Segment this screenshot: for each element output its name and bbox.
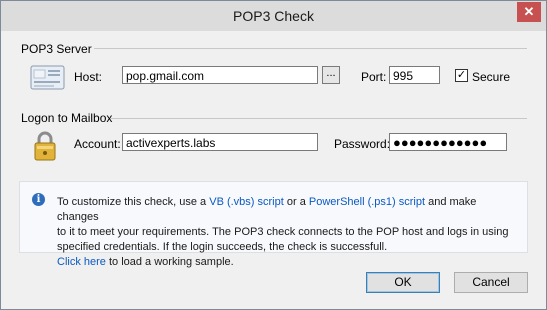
close-icon: ✕ — [523, 4, 535, 19]
port-label: Port: — [361, 70, 387, 84]
account-field[interactable]: activexperts.labs — [122, 133, 318, 151]
account-label: Account: — [74, 137, 121, 151]
info-panel: i To customize this check, use a VB (.vb… — [19, 181, 528, 268]
password-label: Password: — [334, 137, 391, 151]
powershell-script-link[interactable]: PowerShell (.ps1) script — [309, 196, 425, 208]
info-text: To customize this check, use a VB (.vbs)… — [57, 195, 517, 270]
group-divider — [94, 48, 527, 49]
info-text-segment: to it to meet your requirements. The POP… — [57, 226, 509, 238]
host-field[interactable]: pop.gmail.com — [122, 66, 318, 84]
host-label: Host: — [74, 70, 103, 84]
padlock-icon — [34, 131, 56, 161]
mail-server-icon — [30, 65, 65, 90]
title-bar[interactable]: POP3 Check ✕ — [1, 1, 546, 31]
browse-button[interactable]: ... — [322, 66, 340, 84]
pop3-server-group-title: POP3 Server — [21, 42, 92, 56]
password-field[interactable]: ●●●●●●●●●●●● — [389, 133, 507, 151]
click-here-link[interactable]: Click here — [57, 256, 106, 268]
window-title: POP3 Check — [233, 8, 314, 24]
dialog-body: POP3 Server Host: pop.gmail.com ... Port… — [8, 31, 539, 303]
info-text-segment: to load a working sample. — [105, 256, 234, 268]
secure-checkbox[interactable]: ✓ — [455, 69, 468, 82]
logon-group-title: Logon to Mailbox — [21, 111, 113, 125]
group-divider — [110, 118, 527, 119]
close-button[interactable]: ✕ — [517, 2, 541, 22]
info-text-segment: or a — [283, 196, 309, 208]
info-text-segment: specified credentials. If the login succ… — [57, 241, 388, 253]
info-icon: i — [32, 193, 45, 206]
cancel-button[interactable]: Cancel — [454, 272, 528, 293]
info-text-segment: To customize this check, use a — [57, 196, 210, 208]
vb-script-link[interactable]: VB (.vbs) script — [209, 196, 284, 208]
port-field[interactable]: 995 — [389, 66, 440, 84]
secure-label[interactable]: Secure — [472, 70, 510, 84]
pop3-check-dialog: POP3 Check ✕ POP3 Server Host: pop.gmail… — [0, 0, 547, 310]
ok-button[interactable]: OK — [366, 272, 440, 293]
